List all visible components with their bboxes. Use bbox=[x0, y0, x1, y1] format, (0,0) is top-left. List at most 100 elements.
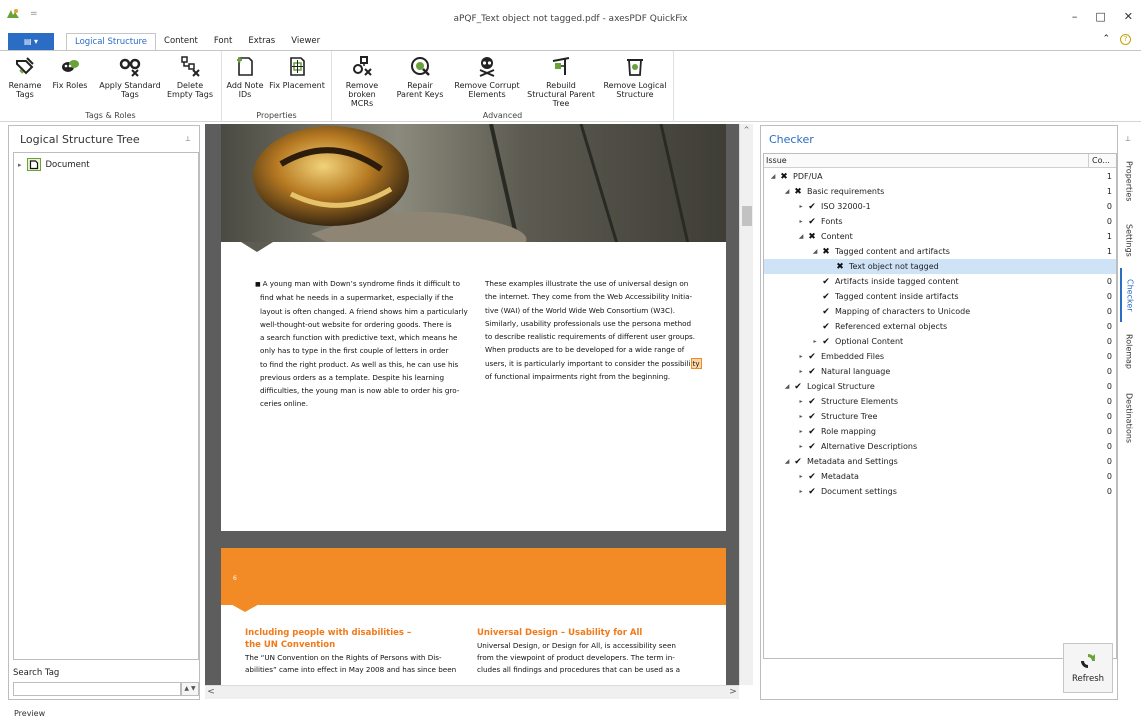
tree-expander-icon[interactable]: ◢ bbox=[796, 233, 806, 240]
repair-parent-keys-button[interactable]: Repair Parent Keys bbox=[394, 55, 446, 99]
scroll-up-arrow[interactable]: ^ bbox=[740, 124, 753, 137]
help-icon[interactable]: ? bbox=[1120, 34, 1131, 45]
tree-expander-icon[interactable]: ▸ bbox=[796, 398, 806, 405]
side-tab-properties[interactable]: Properties bbox=[1120, 150, 1138, 212]
remove-logical-structure-icon bbox=[627, 59, 643, 76]
tree-node-document[interactable]: ▸ Document bbox=[18, 158, 90, 171]
tree-expander-icon[interactable]: ◢ bbox=[782, 383, 792, 390]
scroll-right-arrow[interactable]: > bbox=[727, 686, 739, 699]
column-divider[interactable] bbox=[1088, 154, 1089, 167]
tree-expander-icon[interactable]: ▸ bbox=[18, 161, 22, 169]
checker-row[interactable]: ◢ ✔ Logical Structure 0 bbox=[764, 379, 1116, 394]
untagged-text-highlight[interactable]: ty bbox=[690, 357, 702, 369]
checker-row[interactable]: ▸ ✔ Fonts 0 bbox=[764, 214, 1116, 229]
paragraph-line: a search function with predictive text, … bbox=[260, 333, 458, 342]
tree-expander-icon[interactable]: ▸ bbox=[796, 368, 806, 375]
checker-row[interactable]: ✔ Referenced external objects 0 bbox=[764, 319, 1116, 334]
scrollbar-thumb[interactable] bbox=[742, 206, 752, 226]
rename-tags-button[interactable]: Rename Tags bbox=[8, 55, 42, 99]
search-stepper[interactable]: ▲ ▼ bbox=[181, 682, 199, 696]
checker-row-count: 0 bbox=[1106, 202, 1112, 211]
checker-row[interactable]: ▸ ✔ Role mapping 0 bbox=[764, 424, 1116, 439]
tab-extras[interactable]: Extras bbox=[240, 33, 283, 50]
panel-title: Logical Structure Tree bbox=[20, 133, 140, 146]
tree-expander-icon[interactable]: ◢ bbox=[810, 248, 820, 255]
column-header-count[interactable]: Co... bbox=[1092, 156, 1110, 165]
checker-row[interactable]: ▸ ✔ Structure Elements 0 bbox=[764, 394, 1116, 409]
tab-font[interactable]: Font bbox=[206, 33, 241, 50]
tree-expander-icon[interactable]: ▸ bbox=[796, 443, 806, 450]
pass-check-icon: ✔ bbox=[808, 201, 816, 212]
checker-row[interactable]: ✔ Artifacts inside tagged content 0 bbox=[764, 274, 1116, 289]
apply-standard-tags-button[interactable]: Apply Standard Tags bbox=[98, 55, 162, 99]
checker-row-label: Alternative Descriptions bbox=[821, 442, 918, 451]
checker-row[interactable]: ▸ ✔ Embedded Files 0 bbox=[764, 349, 1116, 364]
remove-broken-mcrs-button[interactable]: Remove broken MCRs bbox=[338, 55, 386, 108]
tree-expander-icon[interactable]: ▸ bbox=[810, 338, 820, 345]
minimize-button[interactable]: – bbox=[1072, 10, 1078, 23]
pin-icon[interactable]: ⊥ bbox=[185, 135, 191, 143]
close-button[interactable]: ✕ bbox=[1124, 10, 1133, 23]
tree-expander-icon[interactable]: ▸ bbox=[796, 413, 806, 420]
group-label-properties: Properties bbox=[256, 111, 297, 120]
tree-expander-icon[interactable]: ◢ bbox=[782, 188, 792, 195]
file-menu-button[interactable]: ▤ ▾ bbox=[8, 33, 54, 50]
checker-row[interactable]: ✔ Mapping of characters to Unicode 0 bbox=[764, 304, 1116, 319]
checker-row[interactable]: ▸ ✔ Metadata 0 bbox=[764, 469, 1116, 484]
add-note-ids-button[interactable]: Add Note IDs bbox=[226, 55, 264, 99]
pin-icon[interactable]: ⊥ bbox=[1125, 135, 1131, 143]
checker-row[interactable]: ◢ ✖ PDF/UA 1 bbox=[764, 169, 1116, 184]
tree-expander-icon[interactable]: ▸ bbox=[796, 203, 806, 210]
checker-row[interactable]: ✔ Tagged content inside artifacts 0 bbox=[764, 289, 1116, 304]
side-tab-settings[interactable]: Settings bbox=[1120, 214, 1138, 266]
delete-empty-tags-button[interactable]: Delete Empty Tags bbox=[164, 55, 216, 99]
pass-check-icon: ✔ bbox=[808, 441, 816, 452]
checker-row[interactable]: ✖ Text object not tagged bbox=[764, 259, 1116, 274]
checker-row[interactable]: ◢ ✔ Metadata and Settings 0 bbox=[764, 454, 1116, 469]
search-tag-input[interactable] bbox=[13, 682, 181, 696]
side-tab-destinations[interactable]: Destinations bbox=[1120, 382, 1138, 454]
tree-expander-icon[interactable]: ▸ bbox=[796, 353, 806, 360]
remove-logical-structure-button[interactable]: Remove Logical Structure bbox=[602, 55, 668, 99]
tree-expander-icon[interactable]: ▸ bbox=[796, 473, 806, 480]
document-node-icon bbox=[26, 158, 41, 171]
checker-row-label: Referenced external objects bbox=[835, 322, 948, 331]
apply-standard-tags-icon bbox=[119, 58, 141, 77]
maximize-button[interactable]: □ bbox=[1095, 10, 1105, 23]
horizontal-scrollbar[interactable]: < > bbox=[205, 685, 739, 699]
scroll-left-arrow[interactable]: < bbox=[205, 686, 217, 699]
rebuild-parent-tree-button[interactable]: Rebuild Structural Parent Tree bbox=[526, 55, 596, 108]
checker-row[interactable]: ▸ ✔ Optional Content 0 bbox=[764, 334, 1116, 349]
fix-roles-button[interactable]: Fix Roles bbox=[52, 55, 88, 90]
tree-expander-icon[interactable]: ▸ bbox=[796, 488, 806, 495]
checker-row[interactable]: ◢ ✖ Tagged content and artifacts 1 bbox=[764, 244, 1116, 259]
tree-expander-icon[interactable]: ◢ bbox=[782, 458, 792, 465]
checker-row[interactable]: ▸ ✔ Document settings 0 bbox=[764, 484, 1116, 499]
checker-row[interactable]: ◢ ✖ Basic requirements 1 bbox=[764, 184, 1116, 199]
tree-expander-icon[interactable]: ▸ bbox=[796, 428, 806, 435]
checker-row[interactable]: ▸ ✔ ISO 32000-1 0 bbox=[764, 199, 1116, 214]
checker-row[interactable]: ▸ ✔ Alternative Descriptions 0 bbox=[764, 439, 1116, 454]
checker-row[interactable]: ▸ ✔ Natural language 0 bbox=[764, 364, 1116, 379]
tree-expander-icon[interactable]: ▸ bbox=[796, 218, 806, 225]
side-tab-rolemap[interactable]: Rolemap bbox=[1120, 324, 1138, 380]
tab-logical-structure[interactable]: Logical Structure bbox=[66, 33, 157, 50]
tab-viewer[interactable]: Viewer bbox=[283, 33, 328, 50]
tab-content[interactable]: Content bbox=[156, 33, 206, 50]
pass-check-icon: ✔ bbox=[822, 306, 830, 317]
refresh-button[interactable]: Refresh bbox=[1063, 643, 1113, 693]
side-tab-checker[interactable]: Checker bbox=[1120, 268, 1138, 322]
checker-row-count: 0 bbox=[1106, 412, 1112, 421]
collapse-ribbon-icon[interactable]: ⌃ bbox=[1102, 34, 1110, 45]
vertical-scrollbar[interactable]: ^ bbox=[739, 124, 753, 685]
checker-row[interactable]: ▸ ✔ Structure Tree 0 bbox=[764, 409, 1116, 424]
document-viewer[interactable]: ■ A young man with Down’s syndrome finds… bbox=[205, 124, 739, 685]
remove-corrupt-elements-button[interactable]: Remove Corrupt Elements bbox=[452, 55, 522, 99]
checker-row[interactable]: ◢ ✖ Content 1 bbox=[764, 229, 1116, 244]
paragraph-line: ceries online. bbox=[260, 399, 308, 409]
checker-row-label: ISO 32000-1 bbox=[821, 202, 871, 211]
column-header-issue[interactable]: Issue bbox=[766, 156, 787, 165]
pass-check-icon: ✔ bbox=[808, 366, 816, 377]
tree-expander-icon[interactable]: ◢ bbox=[768, 173, 778, 180]
fix-placement-button[interactable]: Fix Placement bbox=[268, 55, 326, 90]
